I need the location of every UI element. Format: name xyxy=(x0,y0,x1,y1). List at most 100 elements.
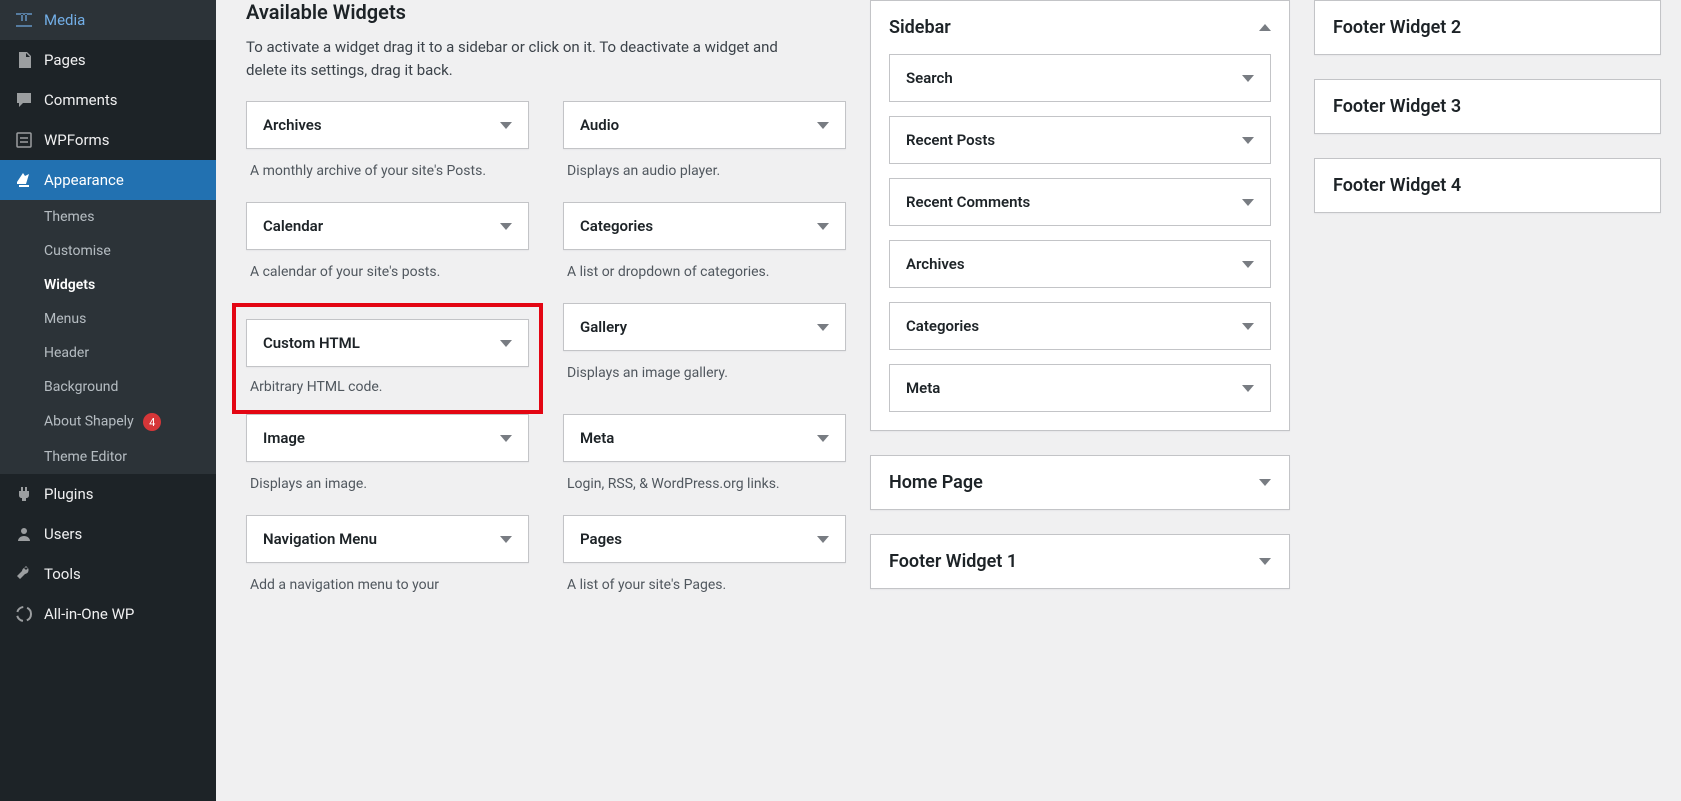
area-footer-2-header[interactable]: Footer Widget 2 xyxy=(1315,1,1660,54)
menu-allinone[interactable]: All-in-One WP xyxy=(0,594,216,634)
widget-custom-html[interactable]: Custom HTML xyxy=(246,319,529,367)
menu-tools[interactable]: Tools xyxy=(0,554,216,594)
submenu-header[interactable]: Header xyxy=(0,336,216,370)
sidebar-widget-title: Archives xyxy=(906,255,965,273)
chevron-down-icon xyxy=(1242,137,1254,144)
sidebar-widget-categories[interactable]: Categories xyxy=(889,302,1271,350)
submenu-customise[interactable]: Customise xyxy=(0,234,216,268)
allinone-icon xyxy=(14,604,34,624)
area-footer-3-header[interactable]: Footer Widget 3 xyxy=(1315,80,1660,133)
area-sidebar-header[interactable]: Sidebar xyxy=(871,1,1289,54)
menu-label: Plugins xyxy=(44,485,93,503)
chevron-down-icon xyxy=(817,435,829,442)
menu-label: Tools xyxy=(44,565,81,583)
menu-pages[interactable]: Pages xyxy=(0,40,216,80)
submenu-themes[interactable]: Themes xyxy=(0,200,216,234)
sidebar-widget-search[interactable]: Search xyxy=(889,54,1271,102)
area-footer-2: Footer Widget 2 xyxy=(1314,0,1661,55)
widget-title: Calendar xyxy=(263,217,323,235)
chevron-down-icon xyxy=(1242,75,1254,82)
available-widgets-desc: To activate a widget drag it to a sideba… xyxy=(246,36,806,81)
area-home-page-header[interactable]: Home Page xyxy=(871,456,1289,509)
area-sidebar-body: Search Recent Posts Recent Comments xyxy=(871,54,1289,430)
menu-label: Pages xyxy=(44,51,86,69)
menu-label: WPForms xyxy=(44,131,109,149)
content-area: Available Widgets To activate a widget d… xyxy=(216,0,1681,801)
area-home-page: Home Page xyxy=(870,455,1290,510)
area-footer-1-header[interactable]: Footer Widget 1 xyxy=(871,535,1289,588)
widget-pages[interactable]: Pages xyxy=(563,515,846,563)
wpforms-icon xyxy=(14,130,34,150)
area-sidebar: Sidebar Search Recent Posts xyxy=(870,0,1290,431)
widget-meta[interactable]: Meta xyxy=(563,414,846,462)
widget-title: Navigation Menu xyxy=(263,530,377,548)
widget-desc: A monthly archive of your site's Posts. xyxy=(246,161,529,202)
widget-audio[interactable]: Audio xyxy=(563,101,846,149)
widget-title: Audio xyxy=(580,116,619,134)
menu-label: Appearance xyxy=(44,171,124,189)
chevron-down-icon xyxy=(1242,323,1254,330)
chevron-down-icon xyxy=(817,324,829,331)
tools-icon xyxy=(14,564,34,584)
sidebar-widget-meta[interactable]: Meta xyxy=(889,364,1271,412)
chevron-down-icon xyxy=(500,223,512,230)
menu-label: Media xyxy=(44,11,85,29)
menu-label: Comments xyxy=(44,91,118,109)
pages-icon xyxy=(14,50,34,70)
area-title: Footer Widget 1 xyxy=(889,551,1017,572)
sidebar-widget-recent-posts[interactable]: Recent Posts xyxy=(889,116,1271,164)
widget-title: Pages xyxy=(580,530,622,548)
chevron-down-icon xyxy=(1242,385,1254,392)
area-footer-4-header[interactable]: Footer Widget 4 xyxy=(1315,159,1660,212)
widget-title: Gallery xyxy=(580,318,627,336)
menu-media[interactable]: Media xyxy=(0,0,216,40)
chevron-down-icon xyxy=(500,536,512,543)
users-icon xyxy=(14,524,34,544)
widget-title: Categories xyxy=(580,217,653,235)
widget-title: Image xyxy=(263,429,305,447)
sidebar-widget-recent-comments[interactable]: Recent Comments xyxy=(889,178,1271,226)
menu-plugins[interactable]: Plugins xyxy=(0,474,216,514)
plugins-icon xyxy=(14,484,34,504)
widget-title: Archives xyxy=(263,116,322,134)
submenu-background[interactable]: Background xyxy=(0,370,216,404)
widget-title: Meta xyxy=(580,429,614,447)
menu-label: All-in-One WP xyxy=(44,605,134,623)
sidebar-widget-title: Recent Comments xyxy=(906,193,1030,211)
chevron-down-icon xyxy=(500,122,512,129)
chevron-down-icon xyxy=(1242,261,1254,268)
widget-image[interactable]: Image xyxy=(246,414,529,462)
area-title: Home Page xyxy=(889,472,983,493)
widget-archives[interactable]: Archives xyxy=(246,101,529,149)
submenu-label: About Shapely xyxy=(44,414,134,430)
submenu-theme-editor[interactable]: Theme Editor xyxy=(0,440,216,474)
widget-categories[interactable]: Categories xyxy=(563,202,846,250)
widget-desc: A calendar of your site's posts. xyxy=(246,262,529,303)
widget-desc: Displays an image. xyxy=(246,474,529,515)
widget-calendar[interactable]: Calendar xyxy=(246,202,529,250)
menu-users[interactable]: Users xyxy=(0,514,216,554)
submenu-menus[interactable]: Menus xyxy=(0,302,216,336)
submenu-widgets[interactable]: Widgets xyxy=(0,268,216,302)
area-footer-1: Footer Widget 1 xyxy=(870,534,1290,589)
widget-navigation[interactable]: Navigation Menu xyxy=(246,515,529,563)
chevron-up-icon xyxy=(1259,24,1271,31)
area-footer-3: Footer Widget 3 xyxy=(1314,79,1661,134)
sidebar-widget-title: Recent Posts xyxy=(906,131,995,149)
highlight-custom-html: Custom HTML Arbitrary HTML code. xyxy=(232,303,543,414)
sidebar-widget-archives[interactable]: Archives xyxy=(889,240,1271,288)
menu-wpforms[interactable]: WPForms xyxy=(0,120,216,160)
area-title: Footer Widget 3 xyxy=(1333,96,1461,117)
widget-desc: Arbitrary HTML code. xyxy=(246,377,529,402)
chevron-down-icon xyxy=(1259,558,1271,565)
chevron-down-icon xyxy=(817,122,829,129)
menu-comments[interactable]: Comments xyxy=(0,80,216,120)
chevron-down-icon xyxy=(817,223,829,230)
submenu-about-shapely[interactable]: About Shapely 4 xyxy=(0,404,216,440)
widget-gallery[interactable]: Gallery xyxy=(563,303,846,351)
widget-desc: Displays an audio player. xyxy=(563,161,846,202)
sidebar-widget-title: Categories xyxy=(906,317,979,335)
chevron-down-icon xyxy=(1242,199,1254,206)
sidebar-widget-title: Meta xyxy=(906,379,940,397)
menu-appearance[interactable]: Appearance xyxy=(0,160,216,200)
